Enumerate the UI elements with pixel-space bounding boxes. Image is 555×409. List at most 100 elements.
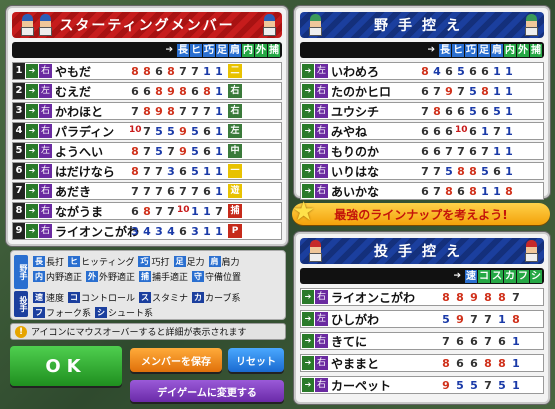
day-game-button[interactable]: デイゲームに変更する: [130, 380, 284, 402]
pitcher-row[interactable]: ➔ 右ライオンこがわ 8 8 9 8 8 7: [300, 288, 544, 306]
move-icon[interactable]: ➔: [302, 290, 314, 304]
player-sprite-icon: [522, 240, 540, 262]
stat-value: 7: [143, 184, 151, 198]
position-badge: 中: [228, 144, 242, 158]
bench-row[interactable]: ➔ 右あいかな 6 7 8 6 8 1 1 8: [300, 182, 544, 200]
bench-row[interactable]: ➔ 右ユウシチ 7 8 6 6 5 6 5 1: [300, 102, 544, 120]
stat-value: 1: [203, 164, 211, 178]
stat-value: 1: [215, 224, 223, 238]
legend-item: 守守備位置: [192, 270, 241, 283]
ok-button[interactable]: OK: [10, 346, 122, 386]
move-icon[interactable]: ➔: [26, 124, 38, 138]
move-icon[interactable]: ➔: [26, 204, 38, 218]
move-icon[interactable]: ➔: [302, 312, 314, 326]
bench-row[interactable]: ➔ 右みやね 6 6 6 10 6 1 7 1: [300, 122, 544, 140]
stat-value: 6: [179, 164, 187, 178]
stat-value: 6: [203, 184, 211, 198]
stat-value: 6: [445, 64, 453, 78]
lineup-row[interactable]: 2 ➔ 左むえだ 6 6 8 9 8 6 8 1 右: [12, 82, 282, 100]
lineup-row[interactable]: 3 ➔ 右かわほと 7 8 9 8 7 7 7 1 右: [12, 102, 282, 120]
move-icon[interactable]: ➔: [26, 104, 38, 118]
column-label: 巧: [465, 43, 477, 57]
move-icon[interactable]: ➔: [302, 378, 314, 392]
stat-value: 5: [469, 84, 477, 98]
legend-pitcher-items: 速速度ココントロールススタミナカカーブ系フフォーク系シシュート系: [33, 291, 283, 319]
pitcher-row[interactable]: ➔ 右きてに 7 6 6 7 6 1: [300, 332, 544, 350]
move-icon[interactable]: ➔: [302, 334, 314, 348]
move-icon[interactable]: ➔: [26, 84, 38, 98]
bench-row[interactable]: ➔ 右いりはな 7 7 5 8 8 5 6 1: [300, 162, 544, 180]
pitcher-panel: 投手控え ➔ 速コスカフシ ➔ 右ライオンこがわ 8 8 9 8 8 7 ➔ 左ひしがわ 5 9 7 7 1 8…: [294, 232, 550, 404]
player-sprite-icon: [306, 240, 324, 262]
lineup-row[interactable]: 1 ➔ 右やもだ 8 8 6 8 7 7 1 1 二: [12, 62, 282, 80]
lineup-row[interactable]: 9 ➔ 右ライオンこがわ 3 4 3 4 6 3 1 1 P: [12, 222, 282, 240]
legend-item: 捕捕手適正: [139, 270, 188, 283]
move-icon[interactable]: ➔: [302, 104, 314, 118]
handedness: 右: [315, 84, 328, 98]
stat-value: 1: [493, 184, 501, 198]
column-label: 長: [177, 43, 189, 57]
handedness: 右: [39, 224, 52, 238]
player-sprite-icon: [18, 14, 36, 36]
column-label: コ: [478, 269, 490, 283]
stat-value: 6: [203, 124, 211, 138]
move-icon[interactable]: ➔: [302, 184, 314, 198]
stat-value: 7: [155, 164, 163, 178]
stat-value: 5: [498, 378, 506, 392]
batting-order: 4: [13, 123, 25, 139]
move-icon[interactable]: ➔: [302, 164, 314, 178]
legend-item: 速速度: [33, 291, 64, 304]
pitcher-row[interactable]: ➔ 左ひしがわ 5 9 7 7 1 8: [300, 310, 544, 328]
column-label: 外: [517, 43, 529, 57]
stat-value: 6: [469, 124, 477, 138]
player-name: やもだ: [55, 64, 92, 79]
bench-row[interactable]: ➔ 右もりのか 6 6 7 7 6 7 1 1: [300, 142, 544, 160]
move-icon[interactable]: ➔: [302, 64, 314, 78]
move-icon[interactable]: ➔: [26, 144, 38, 158]
reset-button[interactable]: リセット: [228, 348, 284, 372]
column-label: 内: [242, 43, 254, 57]
lineup-row[interactable]: 4 ➔ 右パラディン 10 7 5 5 9 5 6 1 左: [12, 122, 282, 140]
move-icon[interactable]: ➔: [26, 184, 38, 198]
stat-value: 3: [155, 224, 163, 238]
stat-value: 7: [179, 104, 187, 118]
starting-title: スターティングメンバー: [59, 18, 235, 34]
lineup-row[interactable]: 5 ➔ 左ようへい 8 7 5 7 9 5 6 1 中: [12, 142, 282, 160]
stat-value: 3: [131, 224, 139, 238]
move-icon[interactable]: ➔: [302, 356, 314, 370]
lineup-row[interactable]: 8 ➔ 右ながうま 6 8 7 7 10 1 1 7 捕: [12, 202, 282, 220]
stat-value: 7: [155, 184, 163, 198]
legend-text: 速度: [46, 294, 65, 304]
save-members-button[interactable]: メンバーを保存: [130, 348, 222, 372]
legend-item: 外外野適正: [86, 270, 135, 283]
stat-value: 7: [131, 104, 139, 118]
legend-key: シ: [95, 307, 108, 318]
stat-value: 6: [457, 184, 465, 198]
lineup-row[interactable]: 6 ➔ 右はだけなら 8 7 7 3 6 5 1 1 一: [12, 162, 282, 180]
stat-value: 6: [481, 104, 489, 118]
stat-value: 7: [445, 144, 453, 158]
lineup-row[interactable]: 7 ➔ 右あだき 7 7 7 6 7 7 6 1 遊: [12, 182, 282, 200]
legend-text: 足力: [186, 258, 205, 268]
bench-row[interactable]: ➔ 左いわめろ 8 4 6 5 6 6 1 1: [300, 62, 544, 80]
move-icon[interactable]: ➔: [302, 84, 314, 98]
legend-key: 捕: [139, 271, 152, 282]
stat-value: 8: [442, 356, 450, 370]
stat-value: 1: [203, 64, 211, 78]
pitcher-row[interactable]: ➔ 右カーペット 9 5 5 7 5 1: [300, 376, 544, 394]
move-icon[interactable]: ➔: [26, 64, 38, 78]
move-icon[interactable]: ➔: [302, 124, 314, 138]
stat-value: 7: [191, 64, 199, 78]
move-icon[interactable]: ➔: [26, 224, 38, 238]
pitcher-row[interactable]: ➔ 右やままと 8 6 6 8 8 1: [300, 354, 544, 372]
column-label: 足: [478, 43, 490, 57]
bench-row[interactable]: ➔ 右たのかヒロ 6 7 9 7 5 8 1 1: [300, 82, 544, 100]
position-badge: 右: [228, 104, 242, 118]
legend-key: ス: [139, 292, 152, 303]
stat-value: 6: [421, 124, 429, 138]
player-name: パラディン: [55, 124, 115, 139]
stat-value: 8: [498, 356, 506, 370]
stat-value: 7: [143, 144, 151, 158]
move-icon[interactable]: ➔: [26, 164, 38, 178]
move-icon[interactable]: ➔: [302, 144, 314, 158]
